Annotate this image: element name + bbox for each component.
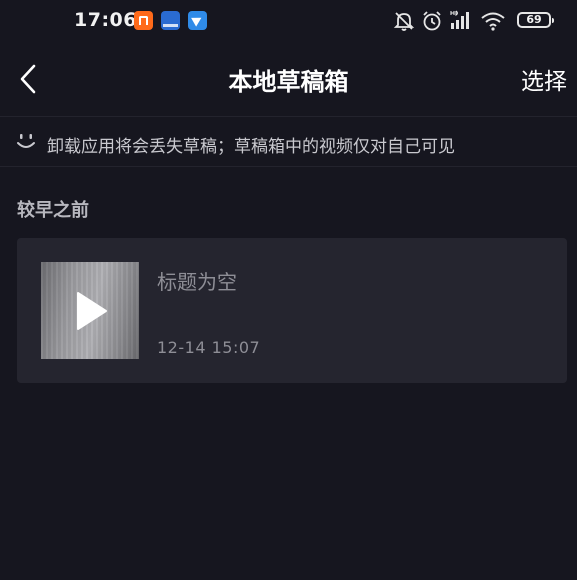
- divider: [0, 166, 577, 167]
- mi-app-icon: [134, 11, 153, 30]
- page-title: 本地草稿箱: [228, 68, 349, 96]
- battery-icon: 69: [517, 12, 554, 28]
- battery-level: 69: [526, 13, 542, 26]
- notice-row: 卸载应用将会丢失草稿；草稿箱中的视频仅对自己可见: [0, 118, 577, 166]
- draft-time: 12-14 15:07: [157, 338, 261, 357]
- wifi-icon: [481, 12, 505, 31]
- alarm-icon: [423, 11, 441, 31]
- divider: [0, 116, 577, 117]
- hd-signal-icon: [450, 10, 469, 29]
- section-heading: 较早之前: [17, 200, 89, 221]
- status-time: 17:06: [74, 9, 137, 31]
- draft-card[interactable]: 标题为空 12-14 15:07: [17, 238, 567, 383]
- feishu-app-icon: [188, 11, 207, 30]
- dictionary-app-icon: [161, 11, 180, 30]
- select-button[interactable]: 选择: [521, 62, 567, 96]
- smile-icon: [17, 134, 35, 148]
- nav-bar: 本地草稿箱 选择: [0, 44, 577, 116]
- draft-title: 标题为空: [157, 270, 237, 294]
- bell-off-icon: [393, 12, 415, 31]
- draft-thumbnail[interactable]: [41, 262, 139, 359]
- notice-text: 卸载应用将会丢失草稿；草稿箱中的视频仅对自己可见: [47, 137, 455, 157]
- play-icon: [77, 292, 107, 330]
- status-bar: 17:06 69: [0, 0, 577, 44]
